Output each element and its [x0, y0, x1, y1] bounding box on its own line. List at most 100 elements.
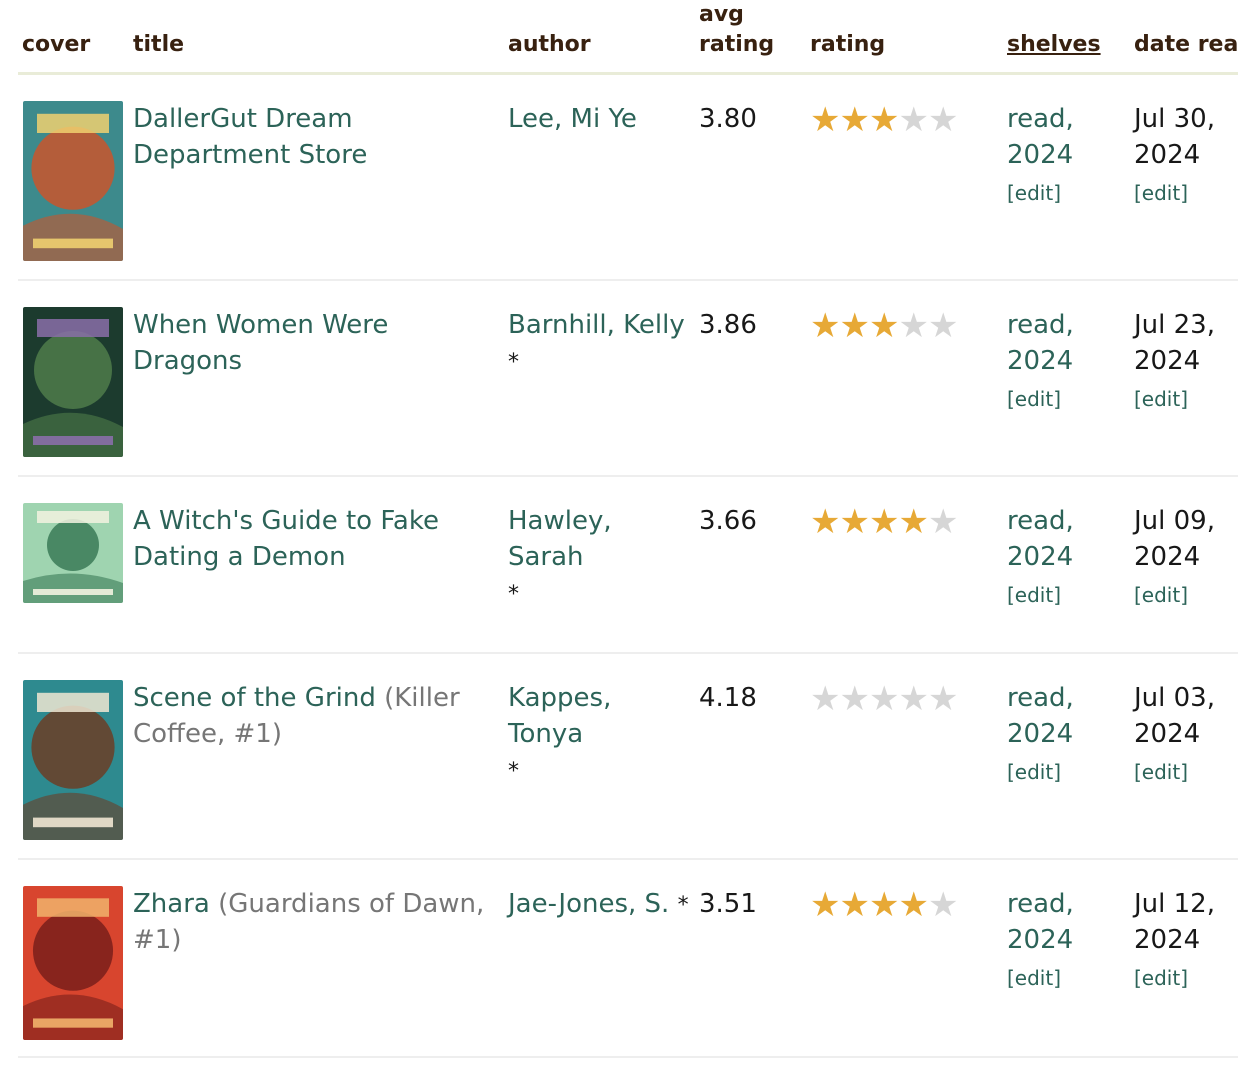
star-icon[interactable]: ★ [810, 888, 840, 922]
header-rating[interactable]: rating [810, 30, 885, 60]
book-author-link[interactable]: Kappes, Tonya [508, 683, 611, 749]
shelves-edit-link[interactable]: [edit] [1007, 379, 1127, 419]
date-edit-link[interactable]: [edit] [1134, 958, 1238, 998]
star-icon[interactable]: ★ [840, 888, 870, 922]
star-icon[interactable]: ★ [869, 309, 899, 343]
date-read-cell: Jul 12, 2024 [edit] [1134, 886, 1238, 998]
my-rating-stars[interactable]: ★ ★ ★ ★ ★ [810, 888, 958, 922]
date-edit-link[interactable]: [edit] [1134, 379, 1238, 419]
star-icon[interactable]: ★ [840, 309, 870, 343]
book-cover[interactable] [23, 680, 123, 840]
shelf-link-read[interactable]: read, [1007, 680, 1127, 716]
avg-rating-value: 3.66 [699, 506, 757, 536]
star-icon[interactable]: ★ [840, 505, 870, 539]
shelves-edit-link[interactable]: [edit] [1007, 173, 1127, 213]
table-row: A Witch's Guide to Fake Dating a Demon Ha… [18, 477, 1238, 654]
book-author-link[interactable]: Barnhill, Kelly [508, 310, 685, 340]
shelf-link-read[interactable]: read, [1007, 307, 1127, 343]
shelves-cell: read, 2024 [edit] [1007, 886, 1127, 998]
book-author-link[interactable]: Hawley, Sarah [508, 506, 612, 572]
my-rating-stars[interactable]: ★ ★ ★ ★ ★ [810, 309, 958, 343]
book-title-cell: When Women Were Dragons [133, 307, 503, 379]
header-shelves[interactable]: shelves [1007, 30, 1101, 60]
star-icon[interactable]: ★ [928, 682, 958, 716]
book-title-link[interactable]: DallerGut Dream Department Store [133, 104, 367, 170]
date-edit-link[interactable]: [edit] [1134, 575, 1238, 615]
shelf-link-2024[interactable]: 2024 [1007, 716, 1127, 752]
star-icon[interactable]: ★ [928, 103, 958, 137]
star-icon[interactable]: ★ [840, 103, 870, 137]
shelf-link-2024[interactable]: 2024 [1007, 922, 1127, 958]
my-rating-stars[interactable]: ★ ★ ★ ★ ★ [810, 103, 958, 137]
shelf-link-read[interactable]: read, [1007, 101, 1127, 137]
star-icon[interactable]: ★ [810, 682, 840, 716]
avg-rating-value: 3.80 [699, 104, 757, 134]
book-title-cell: DallerGut Dream Department Store [133, 101, 503, 173]
shelves-edit-link[interactable]: [edit] [1007, 958, 1127, 998]
book-title-link[interactable]: Scene of the Grind [133, 683, 376, 713]
star-icon[interactable]: ★ [899, 505, 929, 539]
book-author-cell: Lee, Mi Ye [508, 101, 693, 137]
header-cover[interactable]: cover [22, 30, 90, 60]
date-read-cell: Jul 23, 2024 [edit] [1134, 307, 1238, 419]
star-icon[interactable]: ★ [869, 682, 899, 716]
date-read-line1: Jul 03, [1134, 683, 1215, 713]
star-icon[interactable]: ★ [899, 309, 929, 343]
shelf-link-2024[interactable]: 2024 [1007, 343, 1127, 379]
shelves-edit-link[interactable]: [edit] [1007, 752, 1127, 792]
my-rating-stars[interactable]: ★ ★ ★ ★ ★ [810, 505, 958, 539]
star-icon[interactable]: ★ [810, 505, 840, 539]
star-icon[interactable]: ★ [810, 309, 840, 343]
book-cover[interactable] [23, 886, 123, 1040]
date-read-cell: Jul 09, 2024 [edit] [1134, 503, 1238, 615]
author-asterisk: * [508, 582, 519, 607]
book-cover[interactable] [23, 503, 123, 603]
star-icon[interactable]: ★ [869, 103, 899, 137]
shelf-link-2024[interactable]: 2024 [1007, 539, 1127, 575]
star-icon[interactable]: ★ [928, 505, 958, 539]
shelves-cell: read, 2024 [edit] [1007, 101, 1127, 213]
book-title-link[interactable]: When Women Were Dragons [133, 310, 388, 376]
table-row: Scene of the Grind (Killer Coffee, #1) Ka… [18, 654, 1238, 860]
book-title-link[interactable]: Zhara [133, 889, 210, 919]
book-author-cell: Hawley, Sarah * [508, 503, 693, 613]
star-icon[interactable]: ★ [899, 103, 929, 137]
book-title-cell: Scene of the Grind (Killer Coffee, #1) [133, 680, 503, 752]
date-read-line1: Jul 09, [1134, 506, 1215, 536]
my-rating-stars[interactable]: ★ ★ ★ ★ ★ [810, 682, 958, 716]
book-cover[interactable] [23, 101, 123, 261]
star-icon[interactable]: ★ [928, 309, 958, 343]
avg-rating-value: 4.18 [699, 683, 757, 713]
book-title-link[interactable]: A Witch's Guide to Fake Dating a Demon [133, 506, 439, 572]
header-author[interactable]: author [508, 30, 591, 60]
star-icon[interactable]: ★ [899, 888, 929, 922]
book-author-link[interactable]: Jae-Jones, S. [508, 889, 669, 919]
shelves-edit-link[interactable]: [edit] [1007, 575, 1127, 615]
star-icon[interactable]: ★ [869, 505, 899, 539]
header-title[interactable]: title [133, 30, 184, 60]
header-date-read[interactable]: date read [1134, 30, 1238, 60]
star-icon[interactable]: ★ [810, 103, 840, 137]
shelf-link-read[interactable]: read, [1007, 886, 1127, 922]
author-asterisk: * [677, 893, 689, 918]
star-icon[interactable]: ★ [899, 682, 929, 716]
shelf-link-read[interactable]: read, [1007, 503, 1127, 539]
table-row: When Women Were Dragons Barnhill, Kelly * 3… [18, 281, 1238, 477]
book-author-link[interactable]: Lee, Mi Ye [508, 104, 637, 134]
header-avg-rating[interactable]: avg rating [699, 0, 774, 60]
table-body: DallerGut Dream Department Store Lee, Mi … [18, 75, 1238, 1058]
date-read-line1: Jul 23, [1134, 310, 1215, 340]
shelf-link-2024[interactable]: 2024 [1007, 137, 1127, 173]
star-icon[interactable]: ★ [869, 888, 899, 922]
date-read-line2: 2024 [1134, 346, 1201, 376]
date-read-line1: Jul 12, [1134, 889, 1215, 919]
date-edit-link[interactable]: [edit] [1134, 173, 1238, 213]
date-edit-link[interactable]: [edit] [1134, 752, 1238, 792]
book-cover[interactable] [23, 307, 123, 457]
shelves-cell: read, 2024 [edit] [1007, 503, 1127, 615]
star-icon[interactable]: ★ [928, 888, 958, 922]
star-icon[interactable]: ★ [840, 682, 870, 716]
book-author-cell: Jae-Jones, S. * [508, 886, 693, 924]
header-avg-rating-line2: rating [699, 32, 775, 57]
book-author-cell: Barnhill, Kelly * [508, 307, 693, 381]
